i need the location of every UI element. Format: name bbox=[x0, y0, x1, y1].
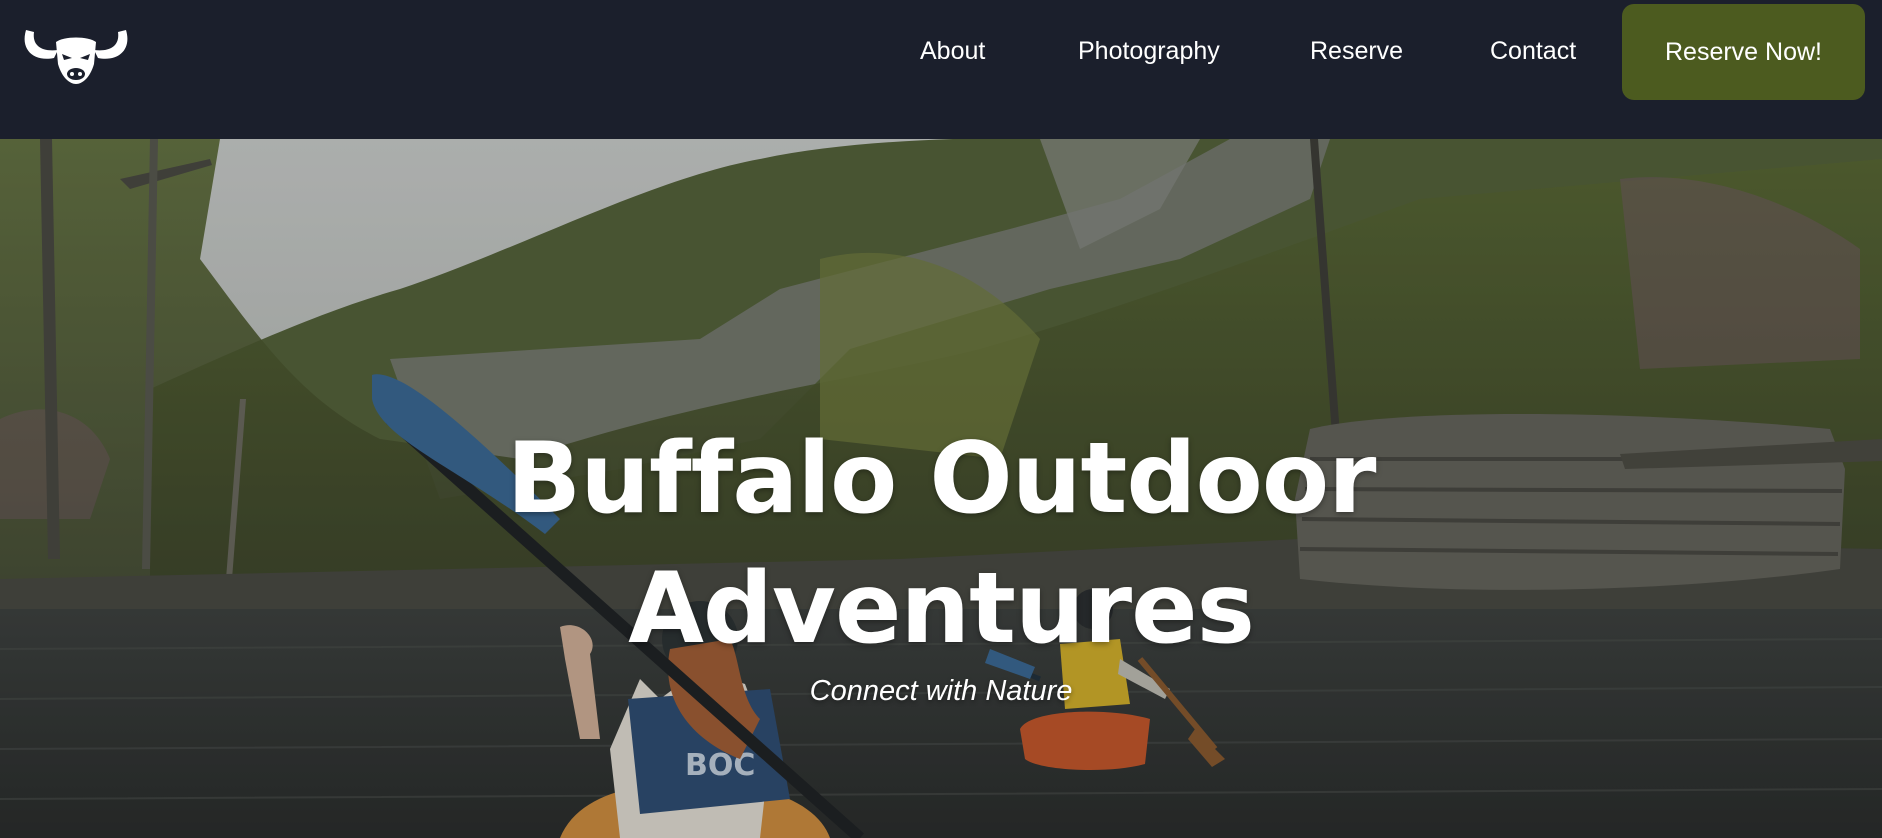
navbar: About Photography Reserve Contact Reserv… bbox=[0, 0, 1882, 139]
hero-title-line-1: Buffalo Outdoor bbox=[506, 422, 1377, 536]
nav-contact-link[interactable]: Contact bbox=[1490, 36, 1576, 66]
hero-section: BOC Buffalo Outdoor Adventures Connect w… bbox=[0, 139, 1882, 838]
hero-title: Buffalo Outdoor Adventures bbox=[441, 414, 1441, 674]
buffalo-logo-icon[interactable] bbox=[20, 20, 132, 84]
nav-reserve-link[interactable]: Reserve bbox=[1310, 36, 1403, 66]
nav-photography-link[interactable]: Photography bbox=[1078, 36, 1220, 66]
hero-title-line-2: Adventures bbox=[628, 552, 1255, 666]
reserve-now-button[interactable]: Reserve Now! bbox=[1622, 4, 1865, 100]
nav-about-link[interactable]: About bbox=[920, 36, 985, 66]
hero-subtitle: Connect with Nature bbox=[809, 675, 1073, 707]
